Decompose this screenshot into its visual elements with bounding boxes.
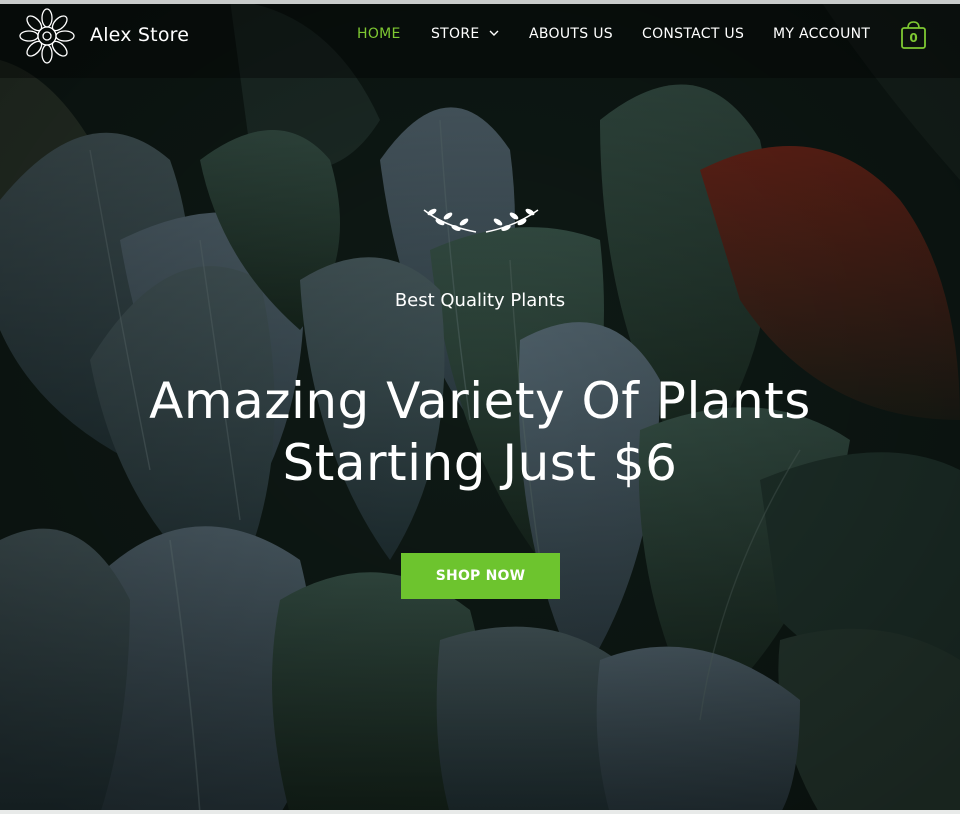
cart-count: 0	[909, 31, 918, 45]
site-header: Alex Store HOME STORE ABOUTS US CONSTACT…	[0, 4, 960, 78]
brand-name[interactable]: Alex Store	[90, 24, 189, 46]
nav-about-us[interactable]: ABOUTS US	[529, 26, 613, 46]
cart-button[interactable]: 0	[900, 20, 927, 50]
nav-store-label: STORE	[431, 26, 480, 42]
nav-home[interactable]: HOME	[357, 26, 401, 46]
laurel-branches-icon	[423, 208, 539, 233]
hero-subtitle: Best Quality Plants	[394, 290, 566, 311]
hero-headline: Amazing Variety Of Plants Starting Just …	[149, 372, 811, 492]
nav-store[interactable]: STORE	[431, 26, 499, 46]
flower-logo-icon[interactable]	[19, 8, 75, 64]
chevron-down-icon	[489, 30, 499, 36]
page-bottom-strip	[0, 810, 960, 814]
nav-contact-us[interactable]: CONSTACT US	[642, 26, 744, 46]
shop-now-button[interactable]: SHOP NOW	[401, 553, 560, 599]
nav-my-account[interactable]: MY ACCOUNT	[773, 26, 870, 46]
browser-top-strip	[0, 0, 960, 4]
